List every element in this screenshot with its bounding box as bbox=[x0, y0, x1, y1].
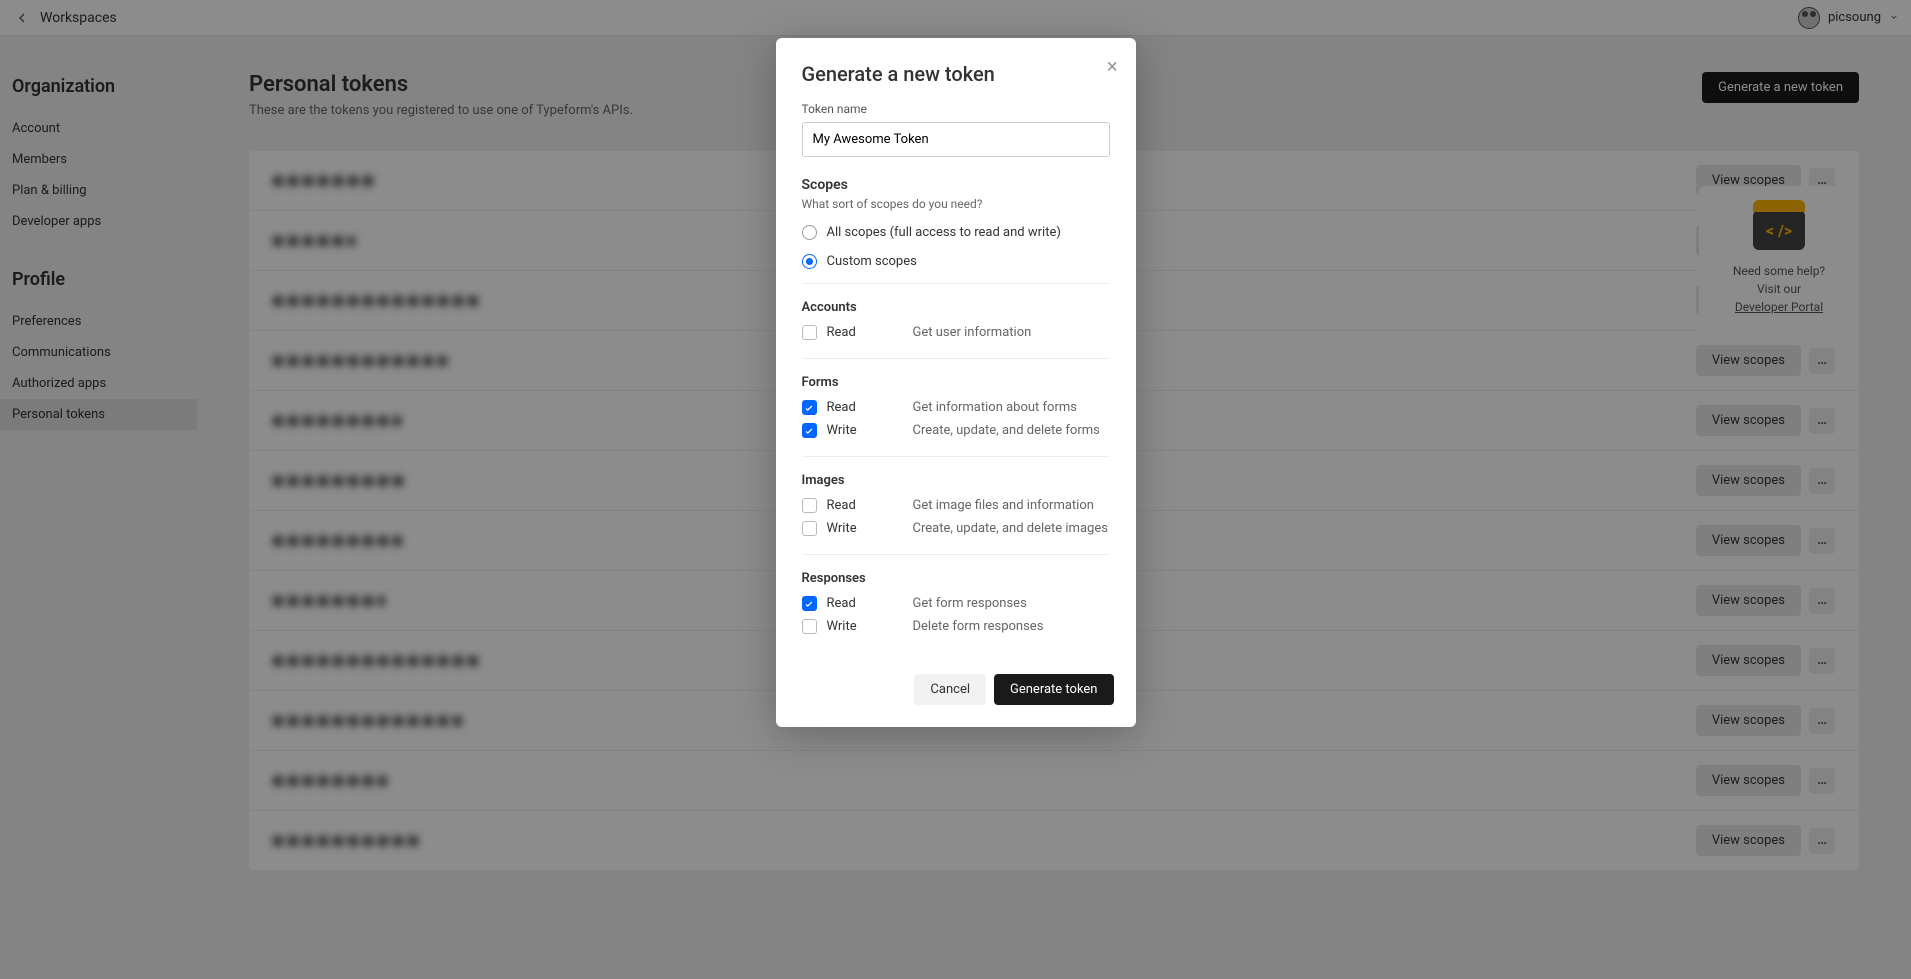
radio-custom-label: Custom scopes bbox=[827, 254, 917, 269]
cancel-button[interactable]: Cancel bbox=[914, 674, 986, 705]
modal-title: Generate a new token bbox=[802, 62, 1110, 86]
scopes-subheading: What sort of scopes do you need? bbox=[802, 197, 1110, 211]
scope-group-title: Forms bbox=[802, 375, 1110, 390]
radio-all-scopes[interactable]: All scopes (full access to read and writ… bbox=[802, 225, 1110, 240]
scope-description: Get form responses bbox=[913, 596, 1027, 611]
scope-action-label: Write bbox=[827, 619, 913, 634]
generate-token-button[interactable]: Generate token bbox=[994, 674, 1114, 705]
checkbox-responses-write[interactable] bbox=[802, 619, 817, 634]
scope-group-title: Accounts bbox=[802, 300, 1110, 315]
scope-row: WriteCreate, update, and delete forms bbox=[802, 423, 1110, 438]
token-name-label: Token name bbox=[802, 102, 1110, 116]
scope-description: Create, update, and delete forms bbox=[913, 423, 1100, 438]
scope-action-label: Write bbox=[827, 423, 913, 438]
scopes-heading: Scopes bbox=[802, 177, 1110, 193]
scope-row: ReadGet user information bbox=[802, 325, 1110, 340]
scope-group-title: Images bbox=[802, 473, 1110, 488]
radio-custom-scopes[interactable]: Custom scopes bbox=[802, 254, 1110, 269]
scope-description: Delete form responses bbox=[913, 619, 1044, 634]
radio-icon bbox=[802, 254, 817, 269]
token-name-input[interactable] bbox=[802, 122, 1110, 157]
scope-action-label: Write bbox=[827, 521, 913, 536]
scope-group-title: Responses bbox=[802, 571, 1110, 586]
checkbox-forms-read[interactable] bbox=[802, 400, 817, 415]
checkbox-responses-read[interactable] bbox=[802, 596, 817, 611]
scope-action-label: Read bbox=[827, 596, 913, 611]
scope-description: Get user information bbox=[913, 325, 1032, 340]
scope-action-label: Read bbox=[827, 325, 913, 340]
scope-description: Get information about forms bbox=[913, 400, 1078, 415]
radio-icon bbox=[802, 225, 817, 240]
scope-description: Get image files and information bbox=[913, 498, 1094, 513]
scope-action-label: Read bbox=[827, 498, 913, 513]
checkbox-forms-write[interactable] bbox=[802, 423, 817, 438]
scope-row: ReadGet image files and information bbox=[802, 498, 1110, 513]
checkbox-accounts-read[interactable] bbox=[802, 325, 817, 340]
scope-row: ReadGet form responses bbox=[802, 596, 1110, 611]
close-icon[interactable]: × bbox=[1107, 56, 1118, 76]
scope-action-label: Read bbox=[827, 400, 913, 415]
radio-all-label: All scopes (full access to read and writ… bbox=[827, 225, 1061, 240]
scope-description: Create, update, and delete images bbox=[913, 521, 1108, 536]
scope-row: ReadGet information about forms bbox=[802, 400, 1110, 415]
checkbox-images-read[interactable] bbox=[802, 498, 817, 513]
scope-row: WriteDelete form responses bbox=[802, 619, 1110, 634]
checkbox-images-write[interactable] bbox=[802, 521, 817, 536]
scope-row: WriteCreate, update, and delete images bbox=[802, 521, 1110, 536]
